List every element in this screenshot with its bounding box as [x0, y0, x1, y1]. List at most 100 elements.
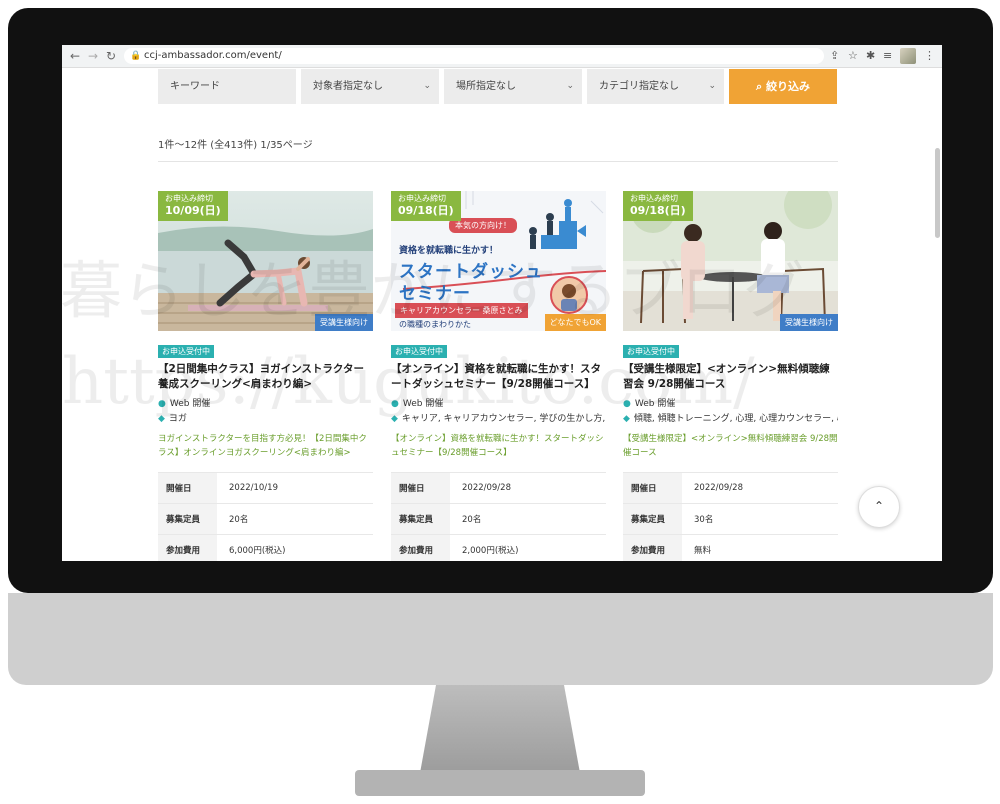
info-key: 募集定員	[623, 503, 682, 535]
page-content: キーワード 対象者指定なし ⌄ 場所指定なし ⌄ カテゴリ指定なし ⌄ ⌕ 絞り…	[62, 68, 942, 561]
table-row: 開催日 2022/10/19	[158, 472, 373, 504]
info-value: 2,000円(税込)	[450, 534, 606, 561]
table-row: 募集定員 20名	[391, 503, 606, 535]
table-row: 募集定員 20名	[158, 503, 373, 535]
address-bar[interactable]: 🔒 ccj-ambassador.com/event/	[124, 48, 824, 64]
info-value: 20名	[450, 503, 606, 535]
deadline-date: 09/18(日)	[630, 204, 686, 217]
star-icon[interactable]: ☆	[848, 48, 858, 64]
menu-kebab-icon[interactable]: ⋮	[924, 48, 935, 64]
scroll-top-button[interactable]: ⌃	[858, 486, 900, 528]
location-pin-icon: ●	[158, 399, 166, 409]
deadline-badge: お申込み締切 10/09(日)	[158, 191, 228, 221]
event-description: 【オンライン】資格を就転職に生かす！スタートダッシュセミナー【9/28開催コース…	[391, 434, 604, 458]
table-row: 開催日 2022/09/28	[623, 472, 838, 504]
event-info-table: 開催日 2022/10/19 募集定員 20名 参加費用 6,000円(税込)	[158, 472, 373, 561]
location-select[interactable]: 場所指定なし ⌄	[444, 69, 582, 104]
deadline-badge: お申込み締切 09/18(日)	[623, 191, 693, 221]
share-icon[interactable]: ⇪	[830, 48, 839, 64]
monitor-chin	[8, 593, 993, 685]
filter-submit-label: 絞り込み	[766, 80, 810, 93]
event-image-cafe[interactable]: お申込み締切 09/18(日) 受講生様向け	[623, 191, 838, 331]
event-description: 【受講生様限定】<オンライン>無料傾聴練習会 9/28開催コース	[623, 434, 838, 458]
target-badge: どなたでもOK	[544, 314, 606, 331]
event-title[interactable]: 【2日間集中クラス】ヨガインストラクター養成スクーリング<肩まわり編>	[158, 362, 373, 392]
info-value: 20名	[217, 503, 373, 535]
event-tags: ◆ 傾聴, 傾聴トレーニング, 心理, 心理カウンセラー, 心理学	[623, 413, 838, 426]
event-info-table: 開催日 2022/09/28 募集定員 30名 参加費用 無料	[623, 472, 838, 561]
target-badge: 受講生様向け	[315, 314, 373, 331]
chevron-down-icon: ⌄	[708, 81, 716, 91]
keyword-input[interactable]: キーワード	[158, 69, 296, 104]
extensions-icon[interactable]: ✱	[866, 48, 875, 64]
arrow-left-icon[interactable]: ←	[70, 48, 80, 64]
chevron-down-icon: ⌄	[423, 81, 431, 91]
info-key: 開催日	[158, 472, 217, 504]
event-image-seminar[interactable]: 本気の方向け！ 資格を就転職に生かす！ スタートダッシュ セミナー キャリアカウ…	[391, 191, 606, 331]
event-card[interactable]: お申込み締切 09/18(日) 受講生様向け お申込受付中 【受講生様限定】<オ…	[623, 191, 838, 561]
browser-window: ← → ↻ 🔒 ccj-ambassador.com/event/ ⇪ ☆ ✱ …	[62, 45, 942, 561]
browser-toolbar: ← → ↻ 🔒 ccj-ambassador.com/event/ ⇪ ☆ ✱ …	[62, 45, 942, 68]
url-text: ccj-ambassador.com/event/	[144, 50, 282, 61]
result-summary: 1件〜12件 (全413件) 1/35ページ	[158, 140, 313, 151]
target-select[interactable]: 対象者指定なし ⌄	[301, 69, 439, 104]
search-icon: ⌕	[755, 80, 763, 93]
filter-submit-button[interactable]: ⌕ 絞り込み	[729, 69, 837, 104]
profile-avatar[interactable]	[900, 48, 916, 64]
info-value: 2022/09/28	[450, 472, 606, 504]
info-key: 参加費用	[391, 534, 450, 561]
monitor-base	[355, 770, 645, 796]
info-key: 開催日	[623, 472, 682, 504]
tag-icon: ◆	[391, 414, 398, 424]
reload-icon[interactable]: ↻	[106, 48, 116, 64]
scrollbar-thumb[interactable]	[935, 148, 940, 238]
event-tags-text[interactable]: ヨガ	[169, 414, 187, 424]
chevron-down-icon: ⌄	[566, 81, 574, 91]
event-location: ● Web 開催	[623, 398, 838, 411]
arrow-right-icon[interactable]: →	[88, 48, 98, 64]
info-value: 30名	[682, 503, 838, 535]
event-card[interactable]: お申込み締切 10/09(日) 受講生様向け お申込受付中 【2日間集中クラス】…	[158, 191, 373, 561]
category-select-value: カテゴリ指定なし	[599, 81, 679, 92]
reading-list-icon[interactable]: ≡	[883, 48, 892, 64]
category-select[interactable]: カテゴリ指定なし ⌄	[587, 69, 724, 104]
deadline-label: お申込み締切	[398, 194, 446, 203]
chevron-up-icon: ⌃	[873, 499, 885, 513]
info-value: 6,000円(税込)	[217, 534, 373, 561]
location-select-value: 場所指定なし	[456, 81, 516, 92]
monitor-stand	[420, 685, 580, 773]
banner-footer: の職種のまわりかた	[399, 320, 471, 329]
info-key: 募集定員	[391, 503, 450, 535]
status-badge: お申込受付中	[158, 345, 214, 358]
table-row: 開催日 2022/09/28	[391, 472, 606, 504]
event-tags: ◆ キャリア, キャリアカウンセラー, 学びの生かし方, 就転職	[391, 413, 606, 426]
event-image-yoga[interactable]: お申込み締切 10/09(日) 受講生様向け	[158, 191, 373, 331]
event-description: ヨガインストラクターを目指す方必見！【2日間集中クラス】オンラインヨガスクーリン…	[158, 434, 367, 458]
event-tags-text[interactable]: キャリア, キャリアカウンセラー, 学びの生かし方, 就転職	[402, 414, 606, 424]
event-title[interactable]: 【受講生様限定】<オンライン>無料傾聴練習会 9/28開催コース	[623, 362, 838, 392]
event-card[interactable]: 本気の方向け！ 資格を就転職に生かす！ スタートダッシュ セミナー キャリアカウ…	[391, 191, 606, 561]
banner-line-3: セミナー	[399, 284, 471, 304]
info-key: 開催日	[391, 472, 450, 504]
banner-line-1: 資格を就転職に生かす！	[399, 246, 499, 256]
info-key: 参加費用	[158, 534, 217, 561]
event-location-text: Web 開催	[169, 399, 211, 409]
table-row: 参加費用 2,000円(税込)	[391, 534, 606, 561]
tag-icon: ◆	[158, 414, 165, 424]
table-row: 募集定員 30名	[623, 503, 838, 535]
info-key: 募集定員	[158, 503, 217, 535]
target-select-value: 対象者指定なし	[313, 81, 383, 92]
event-location-text: Web 開催	[402, 399, 444, 409]
status-badge: お申込受付中	[623, 345, 679, 358]
location-pin-icon: ●	[623, 399, 631, 409]
target-badge: 受講生様向け	[780, 314, 838, 331]
divider	[158, 161, 838, 162]
deadline-date: 10/09(日)	[165, 204, 221, 217]
table-row: 参加費用 6,000円(税込)	[158, 534, 373, 561]
deadline-label: お申込み締切	[165, 194, 213, 203]
status-badge: お申込受付中	[391, 345, 447, 358]
event-tags-text[interactable]: 傾聴, 傾聴トレーニング, 心理, 心理カウンセラー, 心理学	[634, 414, 838, 424]
event-title[interactable]: 【オンライン】資格を就転職に生かす！スタートダッシュセミナー【9/28開催コース…	[391, 362, 606, 392]
info-value: 2022/09/28	[682, 472, 838, 504]
table-row: 参加費用 無料	[623, 534, 838, 561]
